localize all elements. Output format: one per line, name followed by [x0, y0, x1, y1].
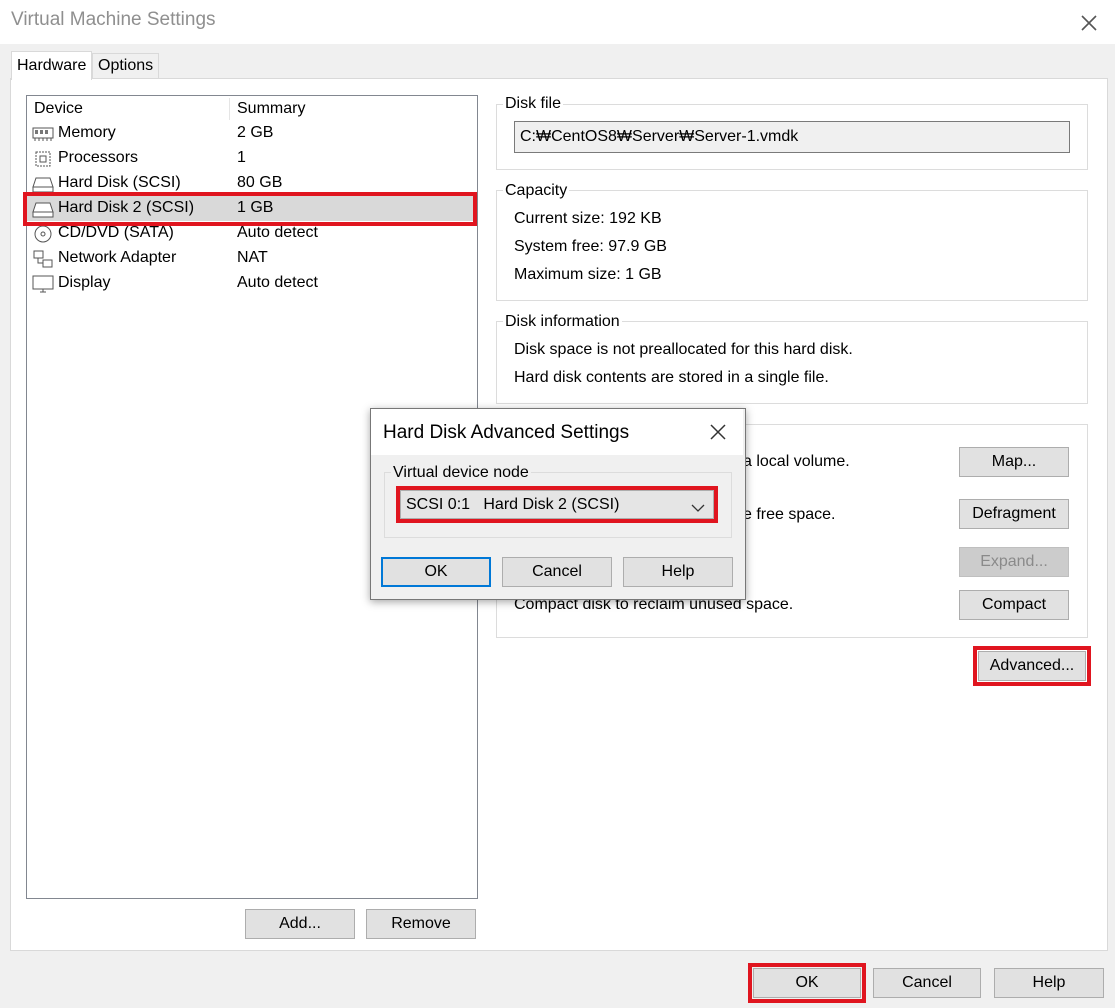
device-summary: 2 GB	[237, 124, 274, 141]
virtual-device-node-select[interactable]: SCSI 0:1 Hard Disk 2 (SCSI)	[400, 490, 714, 519]
window-title: Virtual Machine Settings	[11, 9, 216, 30]
device-name: Processors	[58, 149, 139, 166]
cancel-button[interactable]: Cancel	[873, 968, 981, 998]
maximum-size-text: Maximum size: 1 GB	[514, 266, 662, 283]
map-description: a local volume.	[743, 453, 850, 470]
column-header-device[interactable]: Device	[34, 100, 83, 118]
ok-button[interactable]: OK	[753, 968, 861, 998]
disk-file-legend: Disk file	[503, 95, 564, 113]
dialog-close-icon[interactable]	[707, 421, 729, 443]
device-summary: 80 GB	[237, 174, 283, 191]
disk-file-field[interactable]: C:₩CentOS8₩Server₩Server-1.vmdk	[514, 121, 1070, 153]
remove-button[interactable]: Remove	[366, 909, 476, 939]
device-summary: Auto detect	[237, 274, 318, 291]
expand-button[interactable]: Expand...	[959, 547, 1069, 577]
device-name: Hard Disk (SCSI)	[58, 174, 181, 191]
device-row-hard-disk-2[interactable]: Hard Disk 2 (SCSI) 1 GB	[27, 196, 475, 221]
device-name: Display	[58, 274, 111, 291]
advanced-button[interactable]: Advanced...	[978, 651, 1086, 681]
device-name: Memory	[58, 124, 116, 141]
dialog-cancel-button[interactable]: Cancel	[502, 557, 612, 587]
hard-disk-icon	[32, 174, 54, 194]
file-layout-text: Hard disk contents are stored in a singl…	[514, 369, 829, 386]
dialog-help-button[interactable]: Help	[623, 557, 733, 587]
device-row-memory[interactable]: Memory 2 GB	[27, 121, 475, 146]
system-free-text: System free: 97.9 GB	[514, 238, 667, 255]
device-row-display[interactable]: Display Auto detect	[27, 271, 475, 296]
help-button[interactable]: Help	[994, 968, 1104, 998]
map-button[interactable]: Map...	[959, 447, 1069, 477]
column-separator[interactable]	[229, 98, 230, 120]
device-summary: 1 GB	[237, 199, 274, 216]
network-adapter-icon	[32, 249, 54, 269]
device-summary: Auto detect	[237, 224, 318, 241]
device-summary: 1	[237, 149, 246, 166]
tab-hardware[interactable]: Hardware	[11, 51, 93, 80]
device-name: Network Adapter	[58, 249, 177, 266]
add-button[interactable]: Add...	[245, 909, 355, 939]
device-row-cd-dvd[interactable]: CD/DVD (SATA) Auto detect	[27, 221, 475, 246]
tab-options[interactable]: Options	[92, 53, 160, 78]
dialog-title: Hard Disk Advanced Settings	[383, 422, 630, 443]
compact-button[interactable]: Compact	[959, 590, 1069, 620]
current-size-text: Current size: 192 KB	[514, 210, 662, 227]
column-header-summary[interactable]: Summary	[237, 100, 305, 118]
memory-icon	[32, 124, 54, 144]
cd-dvd-icon	[32, 224, 54, 244]
display-icon	[32, 274, 54, 294]
preallocation-text: Disk space is not preallocated for this …	[514, 341, 853, 358]
disk-information-legend: Disk information	[503, 313, 622, 331]
device-row-processors[interactable]: Processors 1	[27, 146, 475, 171]
device-name: CD/DVD (SATA)	[58, 224, 174, 241]
capacity-legend: Capacity	[503, 182, 570, 200]
select-value: SCSI 0:1 Hard Disk 2 (SCSI)	[406, 496, 620, 513]
disk-information-group	[496, 321, 1088, 404]
device-row-hard-disk[interactable]: Hard Disk (SCSI) 80 GB	[27, 171, 475, 196]
chevron-down-icon	[691, 500, 705, 518]
device-summary: NAT	[237, 249, 268, 266]
device-name: Hard Disk 2 (SCSI)	[58, 199, 195, 216]
virtual-device-node-legend: Virtual device node	[391, 464, 531, 482]
dialog-ok-button[interactable]: OK	[381, 557, 491, 587]
close-icon[interactable]	[1072, 6, 1106, 40]
hard-disk-icon	[32, 199, 54, 219]
defragment-description: e free space.	[743, 506, 836, 523]
defragment-button[interactable]: Defragment	[959, 499, 1069, 529]
device-row-network-adapter[interactable]: Network Adapter NAT	[27, 246, 475, 271]
processor-icon	[32, 149, 54, 169]
